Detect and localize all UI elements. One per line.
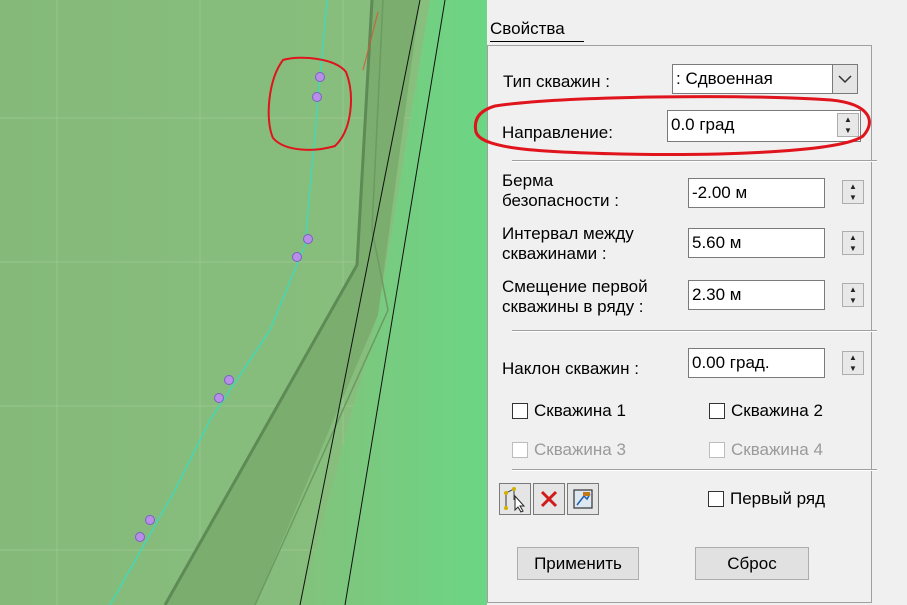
safety-berm-spinner[interactable]: ▲ ▼: [842, 180, 864, 204]
spin-down-icon[interactable]: ▼: [843, 363, 863, 374]
spin-up-icon[interactable]: ▲: [843, 181, 863, 192]
path-edit-icon: [504, 487, 526, 513]
delete-icon: [540, 490, 558, 508]
well-interval-label-line1: Интервал между: [502, 224, 634, 243]
first-well-offset-label-line1: Смещение первой: [502, 277, 648, 296]
delete-button[interactable]: [533, 483, 565, 515]
well-marker: [224, 375, 234, 385]
well-incline-value: 0.00 град.: [692, 353, 770, 372]
well-marker: [315, 72, 325, 82]
well-marker: [292, 252, 302, 262]
chevron-down-icon: [838, 75, 852, 84]
well-incline-input[interactable]: 0.00 град.: [688, 348, 825, 378]
well-type-label: Тип скважин :: [503, 72, 610, 91]
reset-button[interactable]: Сброс: [695, 547, 809, 580]
well1-checkbox[interactable]: [512, 403, 528, 419]
safety-berm-label-line1: Берма: [502, 171, 554, 190]
well3-label: Скважина 3: [534, 440, 626, 459]
spin-up-icon[interactable]: ▲: [843, 232, 863, 243]
well-marker: [214, 393, 224, 403]
well-marker: [303, 234, 313, 244]
first-well-offset-spinner[interactable]: ▲ ▼: [842, 283, 864, 307]
well-type-value: : Сдвоенная: [676, 69, 773, 88]
apply-button[interactable]: Применить: [517, 547, 639, 580]
well-marker: [135, 532, 145, 542]
title-underline: [490, 41, 584, 42]
well-type-select[interactable]: : Сдвоенная: [672, 64, 858, 94]
well-marker: [312, 92, 322, 102]
well-marker: [145, 515, 155, 525]
pick-icon: [573, 489, 593, 509]
properties-panel: Свойства Тип скважин : : Сдвоенная Напра…: [473, 0, 907, 605]
first-row-label: Первый ряд: [730, 489, 825, 508]
well3-checkbox: [512, 442, 528, 458]
well-incline-spinner[interactable]: ▲ ▼: [842, 351, 864, 375]
safety-berm-input[interactable]: -2.00 м: [688, 178, 825, 208]
well2-label: Скважина 2: [731, 401, 823, 420]
first-well-offset-label-line2: скважины в ряду :: [502, 297, 644, 316]
separator: [512, 330, 877, 332]
first-row-checkbox[interactable]: [708, 491, 724, 507]
well1-label: Скважина 1: [534, 401, 626, 420]
well-interval-spinner[interactable]: ▲ ▼: [842, 231, 864, 255]
spin-down-icon[interactable]: ▼: [843, 295, 863, 306]
spin-down-icon[interactable]: ▼: [843, 243, 863, 254]
red-annotation-ellipse: [473, 95, 871, 156]
first-well-offset-value: 2.30 м: [692, 285, 742, 304]
panel-title: Свойства: [490, 19, 565, 38]
well-interval-label-line2: скважинами :: [502, 244, 607, 263]
well-interval-input[interactable]: 5.60 м: [688, 228, 825, 258]
map-canvas[interactable]: [0, 0, 487, 605]
well-interval-value: 5.60 м: [692, 233, 742, 252]
separator: [512, 160, 877, 162]
spin-up-icon[interactable]: ▲: [843, 284, 863, 295]
first-well-offset-input[interactable]: 2.30 м: [688, 280, 825, 310]
path-edit-button[interactable]: [499, 483, 531, 515]
well4-label: Скважина 4: [731, 440, 823, 459]
well-type-dropdown-button[interactable]: [832, 64, 858, 94]
separator: [512, 469, 877, 471]
safety-berm-label-line2: безопасности :: [502, 191, 619, 210]
spin-down-icon[interactable]: ▼: [843, 192, 863, 203]
pick-button[interactable]: [567, 483, 599, 515]
well-incline-label: Наклон скважин :: [502, 359, 639, 378]
safety-berm-value: -2.00 м: [692, 183, 748, 202]
well2-checkbox[interactable]: [709, 403, 725, 419]
map-viewport[interactable]: [0, 0, 487, 605]
well4-checkbox: [709, 442, 725, 458]
spin-up-icon[interactable]: ▲: [843, 352, 863, 363]
